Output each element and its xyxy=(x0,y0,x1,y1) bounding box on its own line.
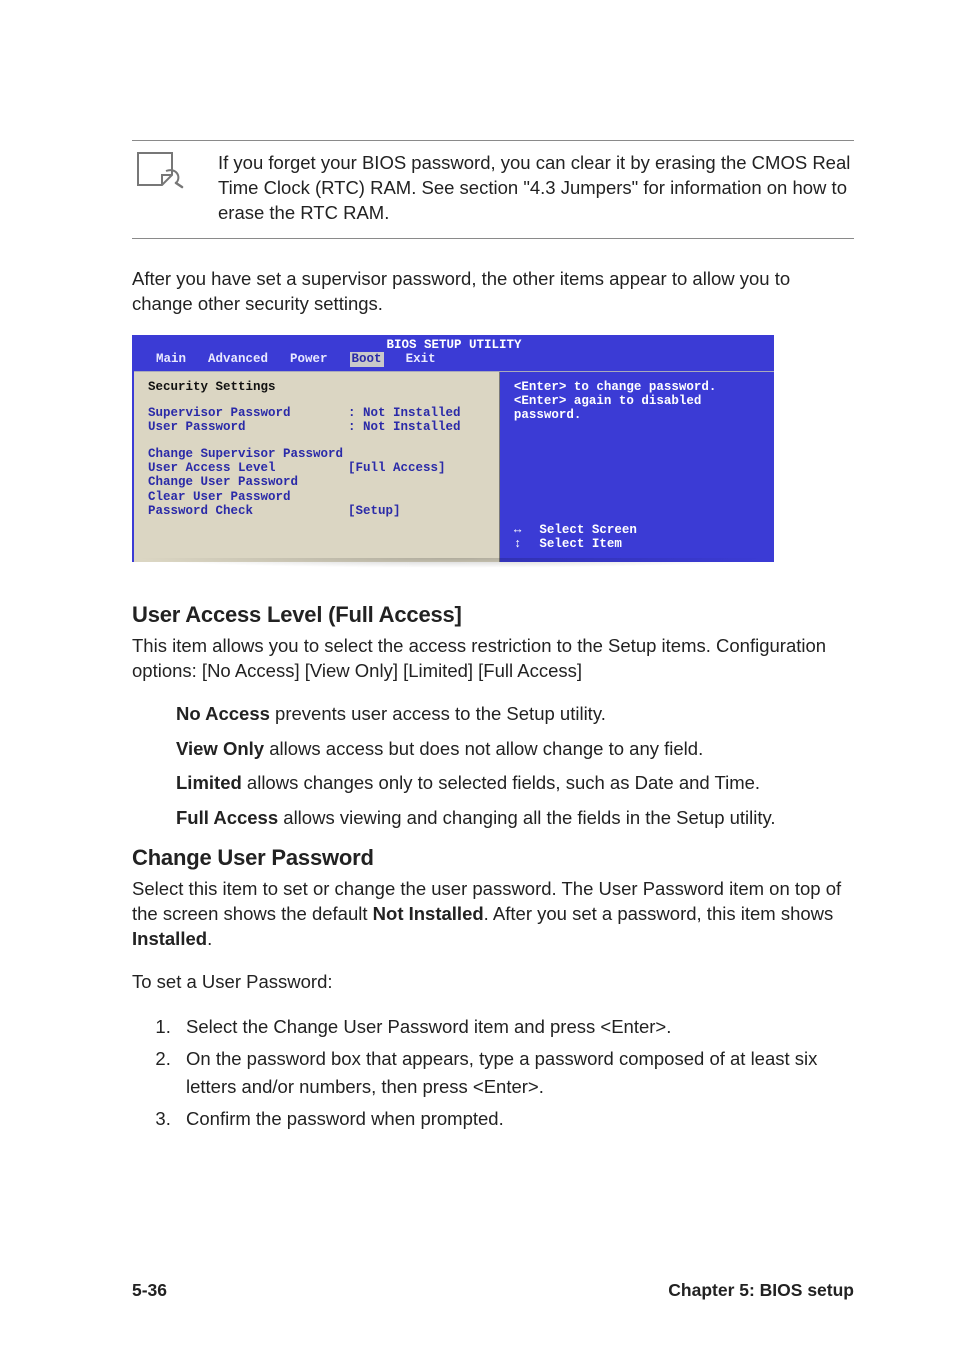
opt-view-only: View Only allows access but does not all… xyxy=(176,737,854,762)
bios-menu-exit: Exit xyxy=(406,352,436,366)
footer-page-number: 5-36 xyxy=(132,1280,167,1301)
bios-ual-label: User Access Level xyxy=(148,461,348,475)
cup-step-3: Confirm the password when prompted. xyxy=(176,1105,854,1133)
cup-steps: Select the Change User Password item and… xyxy=(132,1013,854,1132)
bios-pwcheck-value: [Setup] xyxy=(348,504,401,518)
opt-view-only-bold: View Only xyxy=(176,738,264,759)
opt-no-access-bold: No Access xyxy=(176,703,270,724)
heading-change-user-password: Change User Password xyxy=(132,845,854,871)
cup-step-1: Select the Change User Password item and… xyxy=(176,1013,854,1041)
page-footer: 5-36 Chapter 5: BIOS setup xyxy=(132,1280,854,1301)
bios-help-text: <Enter> to change password. <Enter> agai… xyxy=(514,380,760,423)
note-text: If you forget your BIOS password, you ca… xyxy=(218,151,854,226)
cup-not-installed: Not Installed xyxy=(373,903,484,924)
opt-no-access-text: prevents user access to the Setup utilit… xyxy=(270,703,606,724)
bios-right-panel: <Enter> to change password. <Enter> agai… xyxy=(500,372,774,562)
left-right-arrow-icon: ↔ xyxy=(514,523,522,537)
ual-body: This item allows you to select the acces… xyxy=(132,634,854,684)
heading-user-access-level: User Access Level (Full Access] xyxy=(132,602,854,628)
bios-menu-boot: Boot xyxy=(350,352,384,366)
paper-note-icon xyxy=(132,149,188,198)
bios-menu-main: Main xyxy=(156,352,186,366)
cup-body: Select this item to set or change the us… xyxy=(132,877,854,952)
up-down-arrow-icon: ↕ xyxy=(514,537,522,551)
opt-limited: Limited allows changes only to selected … xyxy=(176,771,854,796)
bios-nav-select-screen: Select Screen xyxy=(539,523,637,537)
cup-toset: To set a User Password: xyxy=(132,970,854,995)
cup-body-post: . xyxy=(207,928,212,949)
cup-body-mid: . After you set a password, this item sh… xyxy=(484,903,834,924)
bios-sup-value: : Not Installed xyxy=(348,406,461,420)
bios-change-user: Change User Password xyxy=(148,475,485,489)
cup-installed: Installed xyxy=(132,928,207,949)
opt-full-access-text: allows viewing and changing all the fiel… xyxy=(278,807,775,828)
bios-title: BIOS SETUP UTILITY xyxy=(134,335,774,352)
opt-no-access: No Access prevents user access to the Se… xyxy=(176,702,854,727)
opt-full-access-bold: Full Access xyxy=(176,807,278,828)
bios-nav: ↔ Select Screen ↕ Select Item xyxy=(514,523,760,552)
footer-chapter: Chapter 5: BIOS setup xyxy=(668,1280,854,1301)
bios-nav-select-item: Select Item xyxy=(539,537,622,551)
note-box: If you forget your BIOS password, you ca… xyxy=(132,140,854,239)
bios-change-supervisor: Change Supervisor Password xyxy=(148,447,485,461)
bios-menu-power: Power xyxy=(290,352,328,366)
bios-user-label: User Password xyxy=(148,420,348,434)
intro-paragraph: After you have set a supervisor password… xyxy=(132,267,854,317)
bios-menu: Main Advanced Power Boot Exit xyxy=(134,352,774,370)
bios-user-value: : Not Installed xyxy=(348,420,461,434)
opt-view-only-text: allows access but does not allow change … xyxy=(264,738,703,759)
cup-step-2: On the password box that appears, type a… xyxy=(176,1045,854,1101)
bios-screenshot: BIOS SETUP UTILITY Main Advanced Power B… xyxy=(132,335,774,562)
bios-clear-user: Clear User Password xyxy=(148,490,485,504)
bios-sup-label: Supervisor Password xyxy=(148,406,348,420)
opt-limited-text: allows changes only to selected fields, … xyxy=(242,772,760,793)
bios-ual-value: [Full Access] xyxy=(348,461,446,475)
opt-full-access: Full Access allows viewing and changing … xyxy=(176,806,854,831)
bios-pwcheck-label: Password Check xyxy=(148,504,348,518)
bios-section-heading: Security Settings xyxy=(148,380,485,394)
opt-limited-bold: Limited xyxy=(176,772,242,793)
bios-menu-advanced: Advanced xyxy=(208,352,268,366)
bios-left-panel: Security Settings Supervisor Password : … xyxy=(134,372,500,562)
